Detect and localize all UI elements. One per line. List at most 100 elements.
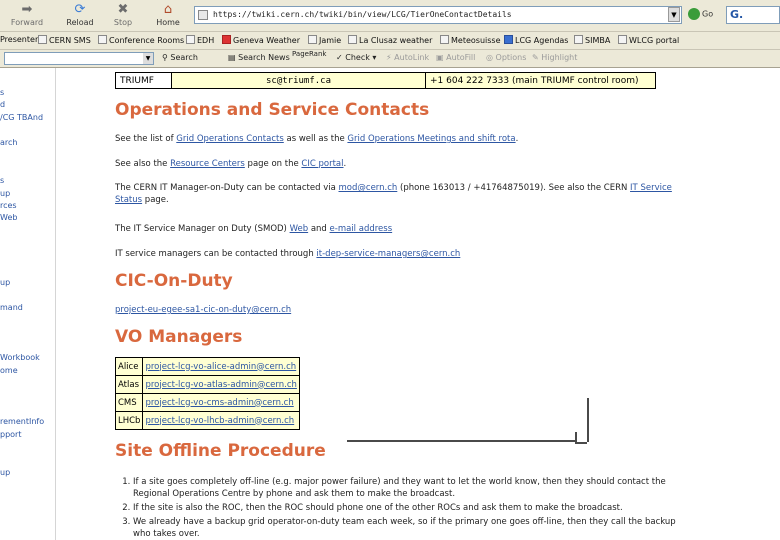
sidebar-item[interactable]: up (0, 468, 10, 477)
reload-icon: ⟳ (74, 2, 86, 17)
sidebar-item[interactable]: pport (0, 430, 21, 439)
stop-button[interactable]: ✖ Stop (108, 1, 138, 31)
vo-email-cell: project-lcg-vo-lhcb-admin@cern.ch (142, 411, 300, 430)
sidebar-item[interactable]: s (0, 88, 4, 97)
sidebar-item[interactable]: up (0, 278, 10, 287)
home-label: Home (156, 18, 180, 27)
bookmark-meteosuisse[interactable]: Meteosuisse (440, 35, 501, 45)
bookmark-jamie[interactable]: Jamie (308, 35, 341, 45)
grid-operations-contacts-link[interactable]: Grid Operations Contacts (176, 134, 283, 144)
autofill-button[interactable]: ▣ AutoFill (436, 53, 475, 62)
stop-label: Stop (113, 18, 133, 27)
vo-email-link[interactable]: project-lcg-vo-lhcb-admin@cern.ch (145, 416, 294, 426)
sidebar-item[interactable]: Web (0, 213, 17, 222)
status-link[interactable]: Status (115, 195, 142, 205)
google-search-input[interactable]: ▼ (4, 52, 154, 65)
check-button[interactable]: ✓ Check ▾ (336, 53, 376, 62)
sidebar-item[interactable]: Workbook (0, 353, 40, 362)
vo-email-cell: project-lcg-vo-atlas-admin@cern.ch (142, 375, 300, 394)
bookmark-icon (348, 35, 357, 44)
ops-paragraph-2: See also the Resource Centers page on th… (115, 159, 347, 169)
vo-email-link[interactable]: project-lcg-vo-cms-admin@cern.ch (145, 398, 293, 408)
autolink-button[interactable]: ⚡ AutoLink (386, 53, 429, 62)
google-search-button[interactable]: ⚲ Search (162, 53, 198, 62)
sidebar-item[interactable]: mand (0, 303, 23, 312)
vo-email-link[interactable]: project-lcg-vo-atlas-admin@cern.ch (145, 380, 296, 390)
forward-button[interactable]: ➡ Forward (8, 1, 46, 31)
bookmark-simba[interactable]: SIMBA (574, 35, 610, 45)
list-item: We already have a backup grid operator-o… (133, 516, 780, 540)
sidebar-item[interactable]: ome (0, 366, 18, 375)
vo-email-cell: project-lcg-vo-alice-admin@cern.ch (142, 357, 300, 376)
stop-icon: ✖ (117, 2, 129, 17)
page-icon (198, 10, 208, 20)
cic-portal-link[interactable]: CIC portal (301, 159, 343, 169)
options-button[interactable]: ◎ Options (486, 53, 526, 62)
highlight-button[interactable]: ✎ Highlight (532, 53, 577, 62)
triumf-contact-row: TRIUMF sc@triumf.ca +1 604 222 7333 (mai… (115, 72, 656, 89)
table-row: CMS project-lcg-vo-cms-admin@cern.ch (115, 393, 300, 412)
sidebar-item[interactable]: rces (0, 201, 17, 210)
vo-email-link[interactable]: project-lcg-vo-alice-admin@cern.ch (145, 362, 296, 372)
page-content: TRIUMF sc@triumf.ca +1 604 222 7333 (mai… (115, 68, 780, 540)
search-input[interactable]: G. (726, 6, 780, 24)
home-button[interactable]: ⌂ Home (152, 1, 184, 31)
section-heading-vo: VO Managers (115, 327, 243, 347)
cic-on-duty-email-link[interactable]: project-eu-egee-sa1-cic-on-duty@cern.ch (115, 305, 291, 315)
go-label: Go (702, 9, 714, 19)
bookmark-la-clusaz-weather[interactable]: La Clusaz weather (348, 35, 432, 45)
bookmark-icon (504, 35, 513, 44)
url-text: https://twiki.cern.ch/twiki/bin/view/LCG… (213, 10, 512, 19)
bookmark-icon (440, 35, 449, 44)
smod-web-link[interactable]: Web (290, 224, 309, 234)
sidebar-item[interactable]: s (0, 176, 4, 185)
url-input[interactable]: https://twiki.cern.ch/twiki/bin/view/LCG… (194, 6, 682, 24)
table-row: Alice project-lcg-vo-alice-admin@cern.ch (115, 357, 300, 376)
reload-button[interactable]: ⟳ Reload (62, 1, 98, 31)
service-managers-email-link[interactable]: it-dep-service-managers@cern.ch (316, 249, 460, 259)
reload-label: Reload (66, 18, 94, 27)
home-icon: ⌂ (163, 2, 173, 17)
bookmark-conference-rooms[interactable]: Conference Rooms (98, 35, 184, 45)
pagerank-indicator: PageRank (292, 50, 327, 58)
bookmark-presenter[interactable]: Presenter (0, 35, 38, 44)
sidebar-item[interactable]: rementInfo (0, 417, 44, 426)
bookmark-wlcg-portal[interactable]: WLCG portal (618, 35, 679, 45)
bookmark-lcg-agendas[interactable]: LCG Agendas (504, 35, 568, 45)
it-service-link[interactable]: IT Service (630, 183, 672, 193)
list-item: If a site goes completely off-line (e.g.… (133, 476, 780, 500)
bookmark-edh[interactable]: EDH (186, 35, 214, 45)
resource-centers-link[interactable]: Resource Centers (170, 159, 245, 169)
cic-paragraph: project-eu-egee-sa1-cic-on-duty@cern.ch (115, 304, 291, 316)
vo-managers-table: Alice project-lcg-vo-alice-admin@cern.ch… (115, 357, 300, 430)
google-toolbar: ▼ ⚲ Search ▤ Search News PageRank ✓ Chec… (0, 50, 780, 68)
go-icon (688, 8, 700, 20)
chevron-down-icon[interactable]: ▼ (143, 53, 153, 64)
table-row: LHCb project-lcg-vo-lhcb-admin@cern.ch (115, 411, 300, 430)
vo-name-cell: LHCb (115, 411, 144, 430)
vo-name-cell: Alice (115, 357, 144, 376)
table-row: Atlas project-lcg-vo-atlas-admin@cern.ch (115, 375, 300, 394)
sidebar-item[interactable]: /CG TBAnd (0, 113, 43, 122)
sidebar-item[interactable]: d (0, 100, 5, 109)
site-offline-procedure-list: If a site goes completely off-line (e.g.… (133, 476, 780, 540)
search-news-button[interactable]: ▤ Search News (228, 53, 290, 62)
ops-paragraph-3: The CERN IT Manager-on-Duty can be conta… (115, 183, 672, 205)
section-heading-site-offline: Site Offline Procedure (115, 441, 326, 461)
autofill-icon: ▣ (436, 53, 444, 62)
sidebar-item[interactable]: arch (0, 138, 17, 147)
left-sidebar: s d /CG TBAnd arch s up rces Web up mand… (0, 68, 56, 540)
mod-email-link[interactable]: mod@cern.ch (339, 183, 398, 193)
url-dropdown-button[interactable]: ▼ (668, 7, 680, 22)
search-icon: ⚲ (162, 53, 168, 62)
email-cell: sc@triumf.ca (171, 72, 426, 89)
bookmark-cern-sms[interactable]: CERN SMS (38, 35, 91, 45)
grid-operations-meetings-link[interactable]: Grid Operations Meetings and shift rota (347, 134, 515, 144)
smod-email-link[interactable]: e-mail address (330, 224, 393, 234)
sidebar-item[interactable]: up (0, 189, 10, 198)
bookmark-geneva-weather[interactable]: Geneva Weather (222, 35, 300, 45)
section-heading-operations: Operations and Service Contacts (115, 100, 430, 120)
phone-cell: +1 604 222 7333 (main TRIUMF control roo… (425, 72, 656, 89)
go-button[interactable]: Go (688, 8, 713, 20)
forward-arrow-icon: ➡ (21, 2, 33, 17)
